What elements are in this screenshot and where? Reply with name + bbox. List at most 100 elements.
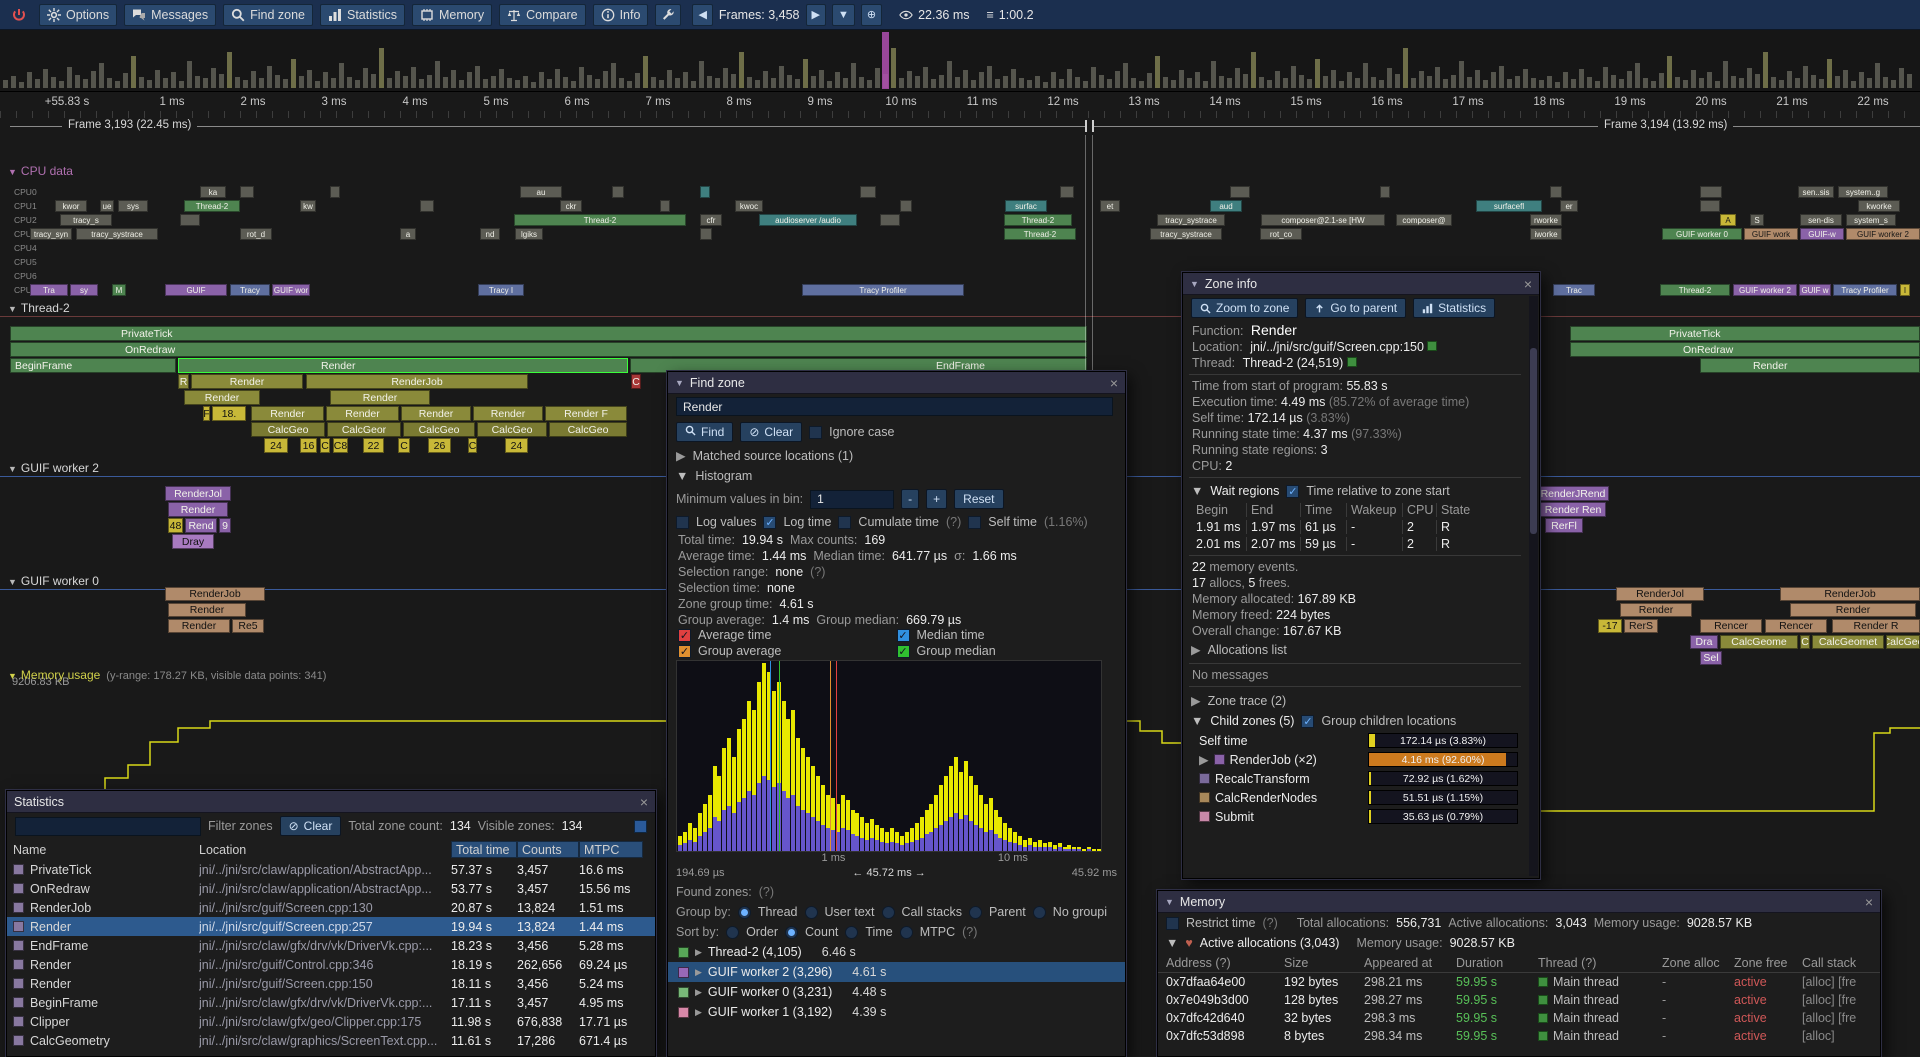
increment-button[interactable]: +: [926, 489, 947, 509]
table-row[interactable]: RenderJobjni/../jni/src/guif/Screen.cpp:…: [7, 898, 655, 917]
cpu-zone[interactable]: er: [1560, 200, 1578, 212]
cumulate-time-checkbox[interactable]: [838, 516, 851, 529]
column-header[interactable]: Location: [199, 843, 451, 857]
collapse-icon[interactable]: ▼: [8, 464, 17, 474]
cpu-zone[interactable]: kw: [300, 200, 316, 212]
zone[interactable]: 26: [428, 438, 451, 453]
zone[interactable]: R: [178, 374, 189, 389]
parent-radio[interactable]: [969, 906, 982, 919]
frame-dropdown-button[interactable]: ▼: [832, 4, 855, 26]
cpu-zone[interactable]: surfac: [1005, 200, 1047, 212]
cpu-zone[interactable]: sen-dis: [1800, 214, 1842, 226]
collapse-icon[interactable]: ▼: [1191, 484, 1203, 498]
zone[interactable]: Render: [184, 390, 260, 405]
options-button[interactable]: Options: [39, 4, 117, 26]
zone[interactable]: Render: [1790, 603, 1916, 617]
cpu-zone[interactable]: composer@2.1-se [HW: [1261, 214, 1385, 226]
count-radio[interactable]: [785, 926, 798, 939]
zone[interactable]: RenderJob: [1780, 587, 1920, 601]
cpu-zone[interactable]: tracy_systrace: [1157, 214, 1225, 226]
table-row[interactable]: Renderjni/../jni/src/guif/Screen.cpp:150…: [7, 974, 655, 993]
cpu-zone[interactable]: rot_d: [240, 228, 272, 240]
cpu-zone[interactable]: Thread-2: [184, 200, 240, 212]
cpu-zone[interactable]: [1380, 186, 1390, 198]
zone[interactable]: Dray: [172, 534, 214, 549]
cpu-zone[interactable]: kwor: [55, 200, 87, 212]
address[interactable]: 0x7dfc42d640: [1166, 1011, 1284, 1025]
cpu-zone[interactable]: [660, 200, 670, 212]
cpu-zone[interactable]: [880, 214, 900, 226]
cpu-zone[interactable]: GUIF: [165, 284, 227, 296]
cpu-zone[interactable]: [1550, 186, 1562, 198]
log-time-checkbox[interactable]: ✓: [763, 516, 776, 529]
zone[interactable]: Render: [168, 502, 228, 517]
cpu-zone[interactable]: a: [400, 228, 416, 240]
cpu-zone[interactable]: tracy_s: [60, 214, 112, 226]
zone[interactable]: CalcGeo: [477, 422, 547, 437]
cpu-zone[interactable]: S: [1750, 214, 1764, 226]
time-radio[interactable]: [845, 926, 858, 939]
zone[interactable]: 18.: [212, 406, 246, 421]
cpu-zone[interactable]: Thread-2: [1004, 214, 1072, 226]
cpu-zone[interactable]: [180, 214, 200, 226]
column-header[interactable]: Counts: [517, 841, 579, 858]
goto-frame-button[interactable]: ⊕: [861, 4, 882, 26]
cpu-zone[interactable]: [1700, 186, 1722, 198]
close-icon[interactable]: ×: [1865, 895, 1873, 909]
power-button[interactable]: [6, 4, 32, 26]
expand-icon[interactable]: ▶: [695, 1007, 702, 1018]
cpu-zone[interactable]: system..g: [1838, 186, 1888, 198]
column-header[interactable]: MTPC: [579, 841, 643, 858]
cpu-zone[interactable]: [1060, 186, 1074, 198]
cpu-zone[interactable]: tracy_syn: [30, 228, 72, 240]
cpu-data-header[interactable]: ▼CPU data: [8, 164, 73, 178]
cpu-zone[interactable]: [1700, 200, 1720, 212]
child-zone-row[interactable]: Submit35.63 µs (0.79%): [1183, 807, 1527, 826]
frame-label-right[interactable]: Frame 3,194 (13.92 ms): [1598, 119, 1733, 131]
memory-usage-header[interactable]: ▼Memory usage(y-range: 178.27 KB, visibl…: [8, 668, 326, 682]
zone[interactable]: Re5: [232, 619, 264, 633]
min-bin-input[interactable]: [810, 490, 894, 509]
compare-button[interactable]: Compare: [499, 4, 585, 26]
find-zone-titlebar[interactable]: ▼ Find zone ×: [668, 372, 1125, 394]
address[interactable]: 0x7e049b3d00: [1166, 993, 1284, 1007]
wrench-button[interactable]: [655, 4, 681, 26]
cpu-zone[interactable]: Tracy Profiler: [1833, 284, 1897, 296]
cpu-zone[interactable]: sys: [118, 200, 148, 212]
collapse-icon[interactable]: ▼: [8, 577, 17, 587]
zone[interactable]: PrivateTick: [1570, 326, 1920, 341]
find-zone-button[interactable]: Find zone: [223, 4, 313, 26]
zoom-to-zone-button[interactable]: Zoom to zone: [1191, 298, 1298, 318]
zone[interactable]: Render F: [545, 406, 627, 421]
cpu-zone[interactable]: aud: [1210, 200, 1242, 212]
expand-icon[interactable]: ▶: [695, 967, 702, 978]
find-button[interactable]: Find: [676, 422, 733, 442]
zone-group-row[interactable]: ▶Thread-2 (4,105)6.46 s: [668, 942, 1125, 962]
zone[interactable]: Render: [168, 603, 246, 617]
cpu-zone[interactable]: kwoc: [735, 200, 763, 212]
zone[interactable]: CalcGeome: [1720, 635, 1798, 649]
cpu-zone[interactable]: [612, 186, 624, 198]
zone[interactable]: RenderJol: [1616, 587, 1704, 601]
cpu-zone[interactable]: GUIF worker 2: [1846, 228, 1920, 240]
thread-section-header[interactable]: ▼Thread-2: [8, 301, 70, 315]
collapse-icon[interactable]: ▼: [675, 378, 684, 388]
appeared-at[interactable]: 298.21 ms: [1364, 975, 1456, 989]
table-row[interactable]: Clipperjni/../jni/src/claw/gfx/geo/Clipp…: [7, 1012, 655, 1031]
expand-icon[interactable]: ▶: [1199, 752, 1209, 767]
zone[interactable]: -17: [1598, 619, 1622, 633]
zone[interactable]: C: [631, 374, 641, 389]
call-stack[interactable]: [alloc] [fre: [1802, 975, 1872, 989]
cpu-zone[interactable]: Thread-2: [514, 214, 686, 226]
cpu-zone[interactable]: I: [1900, 284, 1910, 296]
cpu-zone[interactable]: Tracy: [230, 284, 270, 296]
cpu-zone[interactable]: sy: [70, 284, 98, 296]
collapse-icon[interactable]: ▼: [8, 167, 17, 177]
zone[interactable]: C: [398, 438, 410, 453]
legend-checkbox[interactable]: ✓: [897, 645, 910, 658]
column-header[interactable]: Size: [1284, 956, 1364, 970]
zone[interactable]: RerS: [1624, 619, 1658, 633]
allocation-row[interactable]: 0x7dfc42d64032 bytes298.3 ms59.95 sMain …: [1158, 1009, 1880, 1027]
cpu-zone[interactable]: GUIF-w: [1800, 228, 1844, 240]
call-stack[interactable]: [alloc]: [1802, 1029, 1872, 1043]
